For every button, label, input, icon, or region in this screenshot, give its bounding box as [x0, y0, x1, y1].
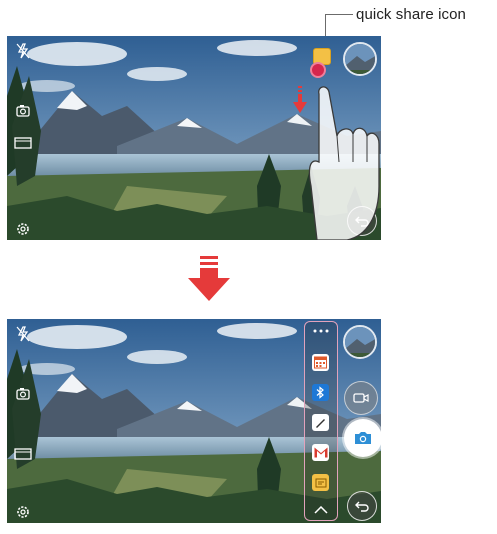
back-icon: [355, 501, 369, 512]
mode-icon[interactable]: [13, 102, 33, 120]
memo-app-icon[interactable]: [312, 414, 329, 431]
flash-off-icon[interactable]: [13, 325, 33, 343]
quick-share-bar: [304, 321, 338, 521]
collapse-chevron-up-icon[interactable]: [314, 506, 328, 514]
camera-preview-after: [7, 319, 381, 523]
callout-leader-line: [325, 14, 353, 15]
quick-share-icon[interactable]: [312, 474, 329, 491]
back-button[interactable]: [347, 491, 377, 521]
bluetooth-app-icon[interactable]: [312, 384, 329, 401]
video-record-button[interactable]: [344, 381, 378, 415]
hand-gesture-illustration: [308, 86, 380, 240]
more-options-icon[interactable]: [311, 328, 331, 334]
mode-icon[interactable]: [13, 385, 33, 403]
camera-preview-before: [7, 36, 381, 240]
swipe-down-arrow-icon: [293, 86, 307, 113]
settings-gear-icon[interactable]: [13, 503, 33, 521]
camera-shutter-icon: [355, 432, 371, 444]
calendar-app-icon[interactable]: [312, 354, 329, 371]
settings-gear-icon[interactable]: [13, 220, 33, 238]
ratio-icon[interactable]: [13, 134, 33, 152]
transition-down-arrow-icon: [188, 256, 230, 301]
flash-off-icon[interactable]: [13, 42, 33, 60]
gallery-thumbnail[interactable]: [343, 325, 377, 359]
video-record-icon: [353, 393, 369, 403]
shutter-button[interactable]: [344, 419, 381, 457]
gmail-app-icon[interactable]: [312, 444, 329, 461]
callout-label: quick share icon: [356, 6, 466, 23]
ratio-icon[interactable]: [13, 445, 33, 463]
